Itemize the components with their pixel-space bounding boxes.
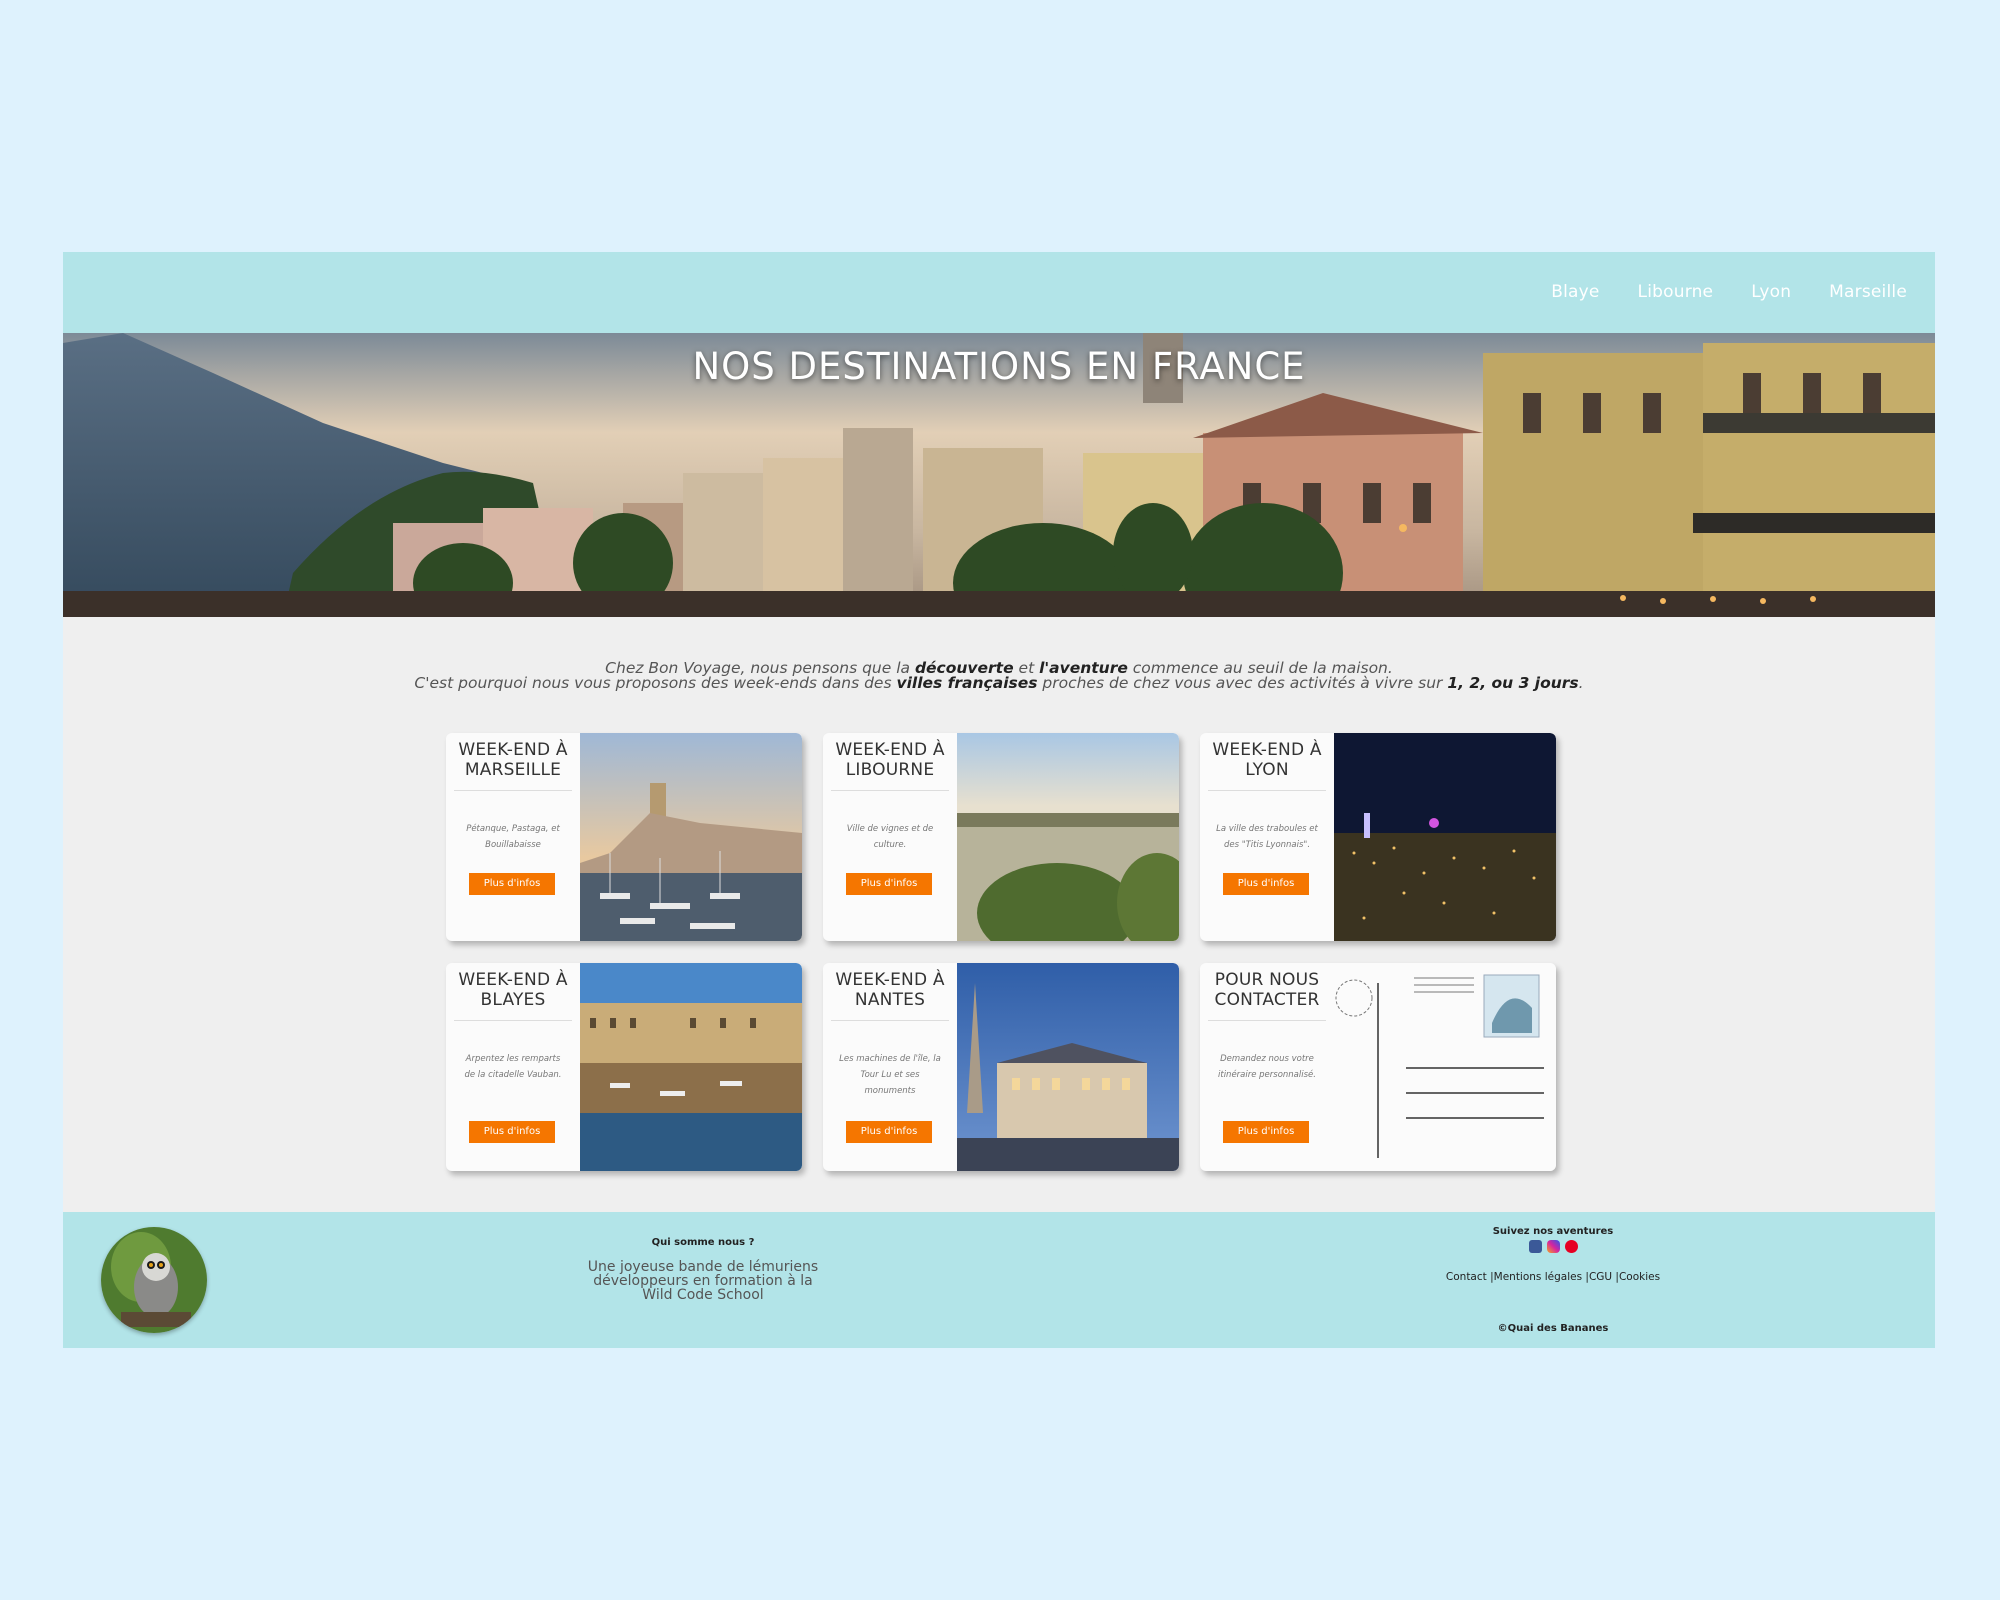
nav-link-blaye[interactable]: Blaye bbox=[1551, 282, 1599, 302]
website-frame: Blaye Libourne Lyon Marseille NOS DESTIN… bbox=[63, 252, 1935, 1348]
nantes-photo bbox=[957, 963, 1179, 1171]
cookies-link[interactable]: Cookies bbox=[1619, 1271, 1660, 1283]
card-title: WEEK-END À LIBOURNE bbox=[835, 740, 945, 780]
card-title: WEEK-END À MARSEILLE bbox=[458, 740, 568, 780]
card-description: Ville de vignes et de culture. bbox=[846, 824, 934, 850]
intro-line-2: C'est pourquoi nous vous proposons des w… bbox=[414, 674, 1584, 692]
follow-label: Suivez nos aventures bbox=[1492, 1226, 1614, 1237]
footer-right: Suivez nos aventures Contact |Mentions l… bbox=[1433, 1226, 1673, 1334]
about-text: Une joyeuse bande de lémuriens développe… bbox=[587, 1259, 819, 1303]
legal-notice-link[interactable]: Mentions légales | bbox=[1494, 1271, 1589, 1283]
footer: Qui somme nous ? Une joyeuse bande de lé… bbox=[63, 1212, 1935, 1348]
marseille-photo bbox=[580, 733, 802, 941]
card-marseille: WEEK-END À MARSEILLE Pétanque, Pastaga, … bbox=[446, 733, 802, 941]
card-divider bbox=[1208, 790, 1326, 791]
card-libourne: WEEK-END À LIBOURNE Ville de vignes et d… bbox=[823, 733, 1179, 941]
footer-links: Contact |Mentions légales |CGU |Cookies bbox=[1433, 1271, 1673, 1283]
card-description: La ville des traboules et des "Titis Lyo… bbox=[1216, 824, 1318, 850]
card-lyon: WEEK-END À LYON La ville des traboules e… bbox=[1200, 733, 1556, 941]
more-info-button[interactable]: Plus d'infos bbox=[846, 873, 932, 895]
copyright: ©Quai des Bananes bbox=[1497, 1323, 1609, 1334]
card-description: Demandez nous votre itinéraire personnal… bbox=[1218, 1054, 1316, 1080]
lyon-photo bbox=[1334, 733, 1556, 941]
more-info-button[interactable]: Plus d'infos bbox=[1223, 873, 1309, 895]
card-title: WEEK-END À NANTES bbox=[835, 970, 945, 1010]
pinterest-icon[interactable] bbox=[1564, 1240, 1578, 1253]
navbar: Blaye Libourne Lyon Marseille bbox=[63, 252, 1935, 333]
card-blayes: WEEK-END À BLAYES Arpentez les remparts … bbox=[446, 963, 802, 1171]
card-description: Pétanque, Pastaga, et Bouillabaisse bbox=[466, 824, 560, 850]
contact-link[interactable]: Contact | bbox=[1446, 1271, 1494, 1283]
social-icons bbox=[1433, 1240, 1673, 1253]
about-title: Qui somme nous ? bbox=[651, 1237, 755, 1248]
card-divider bbox=[831, 1020, 949, 1021]
card-divider bbox=[454, 1020, 572, 1021]
more-info-button[interactable]: Plus d'infos bbox=[469, 1121, 555, 1143]
card-contact: POUR NOUS CONTACTER Demandez nous votre … bbox=[1200, 963, 1556, 1171]
card-divider bbox=[831, 790, 949, 791]
card-title: WEEK-END À BLAYES bbox=[458, 970, 568, 1010]
card-description: Les machines de l'île, la Tour Lu et ses… bbox=[839, 1054, 941, 1096]
card-title: WEEK-END À LYON bbox=[1212, 740, 1322, 780]
nav-link-libourne[interactable]: Libourne bbox=[1638, 282, 1714, 302]
hero-banner: NOS DESTINATIONS EN FRANCE bbox=[63, 333, 1935, 617]
more-info-button[interactable]: Plus d'infos bbox=[469, 873, 555, 895]
postcard-image bbox=[1334, 963, 1556, 1171]
card-divider bbox=[1208, 1020, 1326, 1021]
more-info-button[interactable]: Plus d'infos bbox=[1223, 1121, 1309, 1143]
libourne-photo bbox=[957, 733, 1179, 941]
facebook-icon[interactable] bbox=[1528, 1240, 1542, 1253]
card-title: POUR NOUS CONTACTER bbox=[1214, 970, 1320, 1010]
lemur-avatar bbox=[101, 1227, 207, 1333]
blayes-photo bbox=[580, 963, 802, 1171]
nav-links: Blaye Libourne Lyon Marseille bbox=[1551, 282, 1907, 302]
card-description: Arpentez les remparts de la citadelle Va… bbox=[464, 1054, 562, 1080]
instagram-icon[interactable] bbox=[1546, 1240, 1560, 1253]
nav-link-lyon[interactable]: Lyon bbox=[1751, 282, 1791, 302]
about-section: Qui somme nous ? Une joyeuse bande de lé… bbox=[583, 1237, 823, 1302]
intro-text: Chez Bon Voyage, nous pensons que la déc… bbox=[63, 660, 1935, 692]
more-info-button[interactable]: Plus d'infos bbox=[846, 1121, 932, 1143]
hero-title: NOS DESTINATIONS EN FRANCE bbox=[692, 345, 1306, 388]
card-divider bbox=[454, 790, 572, 791]
cgu-link[interactable]: CGU | bbox=[1589, 1271, 1619, 1283]
card-nantes: WEEK-END À NANTES Les machines de l'île,… bbox=[823, 963, 1179, 1171]
nav-link-marseille[interactable]: Marseille bbox=[1829, 282, 1907, 302]
